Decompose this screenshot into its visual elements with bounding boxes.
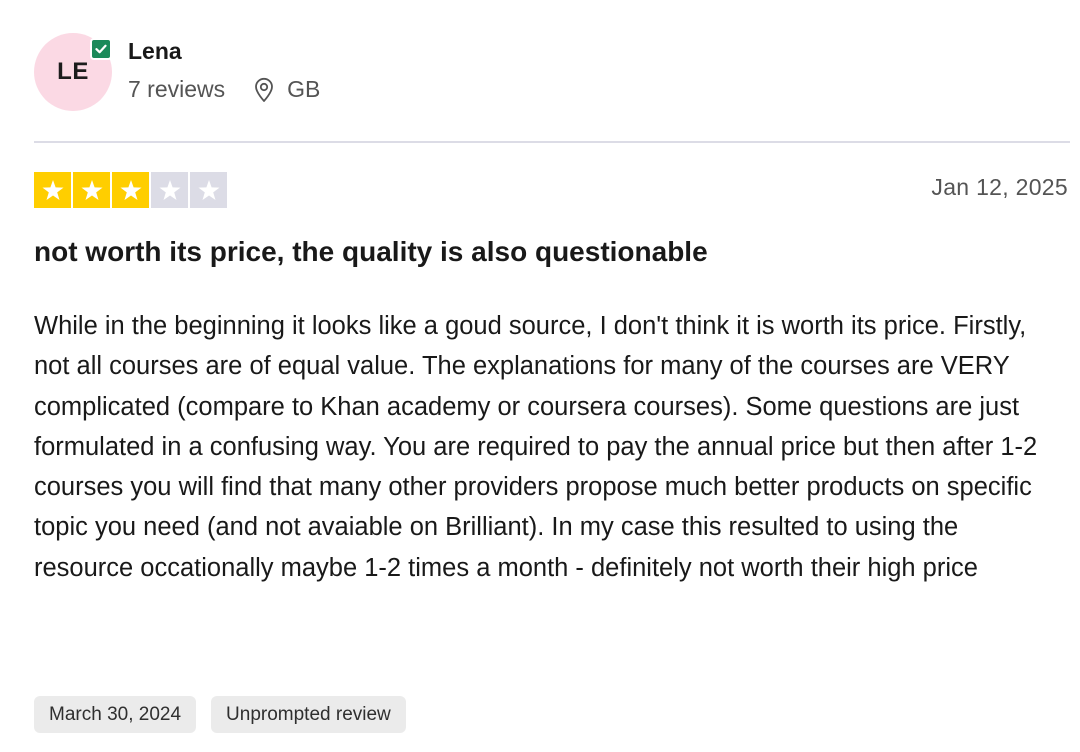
reviewer-location: GB — [253, 76, 320, 103]
review-tags: March 30, 2024 Unprompted review — [34, 696, 406, 733]
verified-badge-icon — [90, 38, 112, 60]
star-icon — [112, 172, 149, 208]
review-body: While in the beginning it looks like a g… — [34, 312, 1038, 582]
divider — [34, 141, 1070, 143]
review-card: LE Lena 7 reviews GB Jan 12, 2025 not wo… — [0, 0, 1080, 752]
map-pin-icon — [255, 77, 274, 102]
star-rating — [34, 172, 227, 208]
review-type-tag[interactable]: Unprompted review — [211, 696, 406, 733]
reviewer-name[interactable]: Lena — [128, 38, 182, 65]
avatar-initials: LE — [57, 58, 89, 85]
star-icon — [151, 172, 188, 208]
location-code: GB — [287, 76, 321, 102]
review-title[interactable]: not worth its price, the quality is also… — [34, 236, 708, 268]
star-icon — [73, 172, 110, 208]
star-icon — [190, 172, 227, 208]
experience-date-tag: March 30, 2024 — [34, 696, 197, 733]
reviewer-meta: 7 reviews GB — [128, 76, 320, 103]
review-date: Jan 12, 2025 — [931, 174, 1068, 200]
star-icon — [34, 172, 71, 208]
reviews-count[interactable]: 7 reviews — [128, 76, 225, 103]
